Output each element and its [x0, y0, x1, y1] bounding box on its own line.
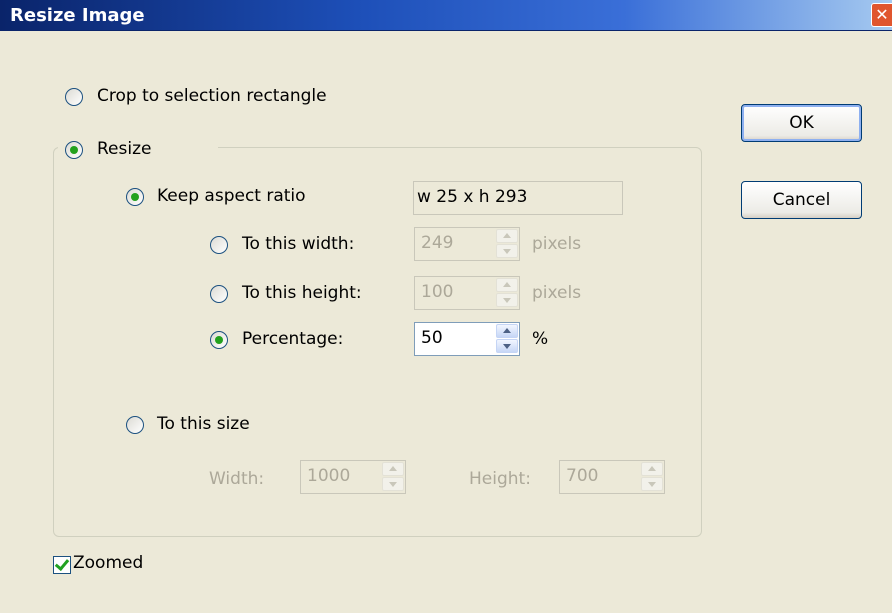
zoomed-checkbox[interactable] — [53, 555, 71, 574]
title-bar[interactable]: Resize Image ✕ — [0, 0, 892, 31]
to-height-spinner[interactable] — [496, 278, 518, 308]
dimensions-readout: w 25 x h 293 — [413, 181, 623, 215]
resize-label[interactable]: Resize — [97, 139, 151, 159]
height-spinner[interactable] — [641, 462, 663, 492]
dialog-title: Resize Image — [10, 5, 145, 26]
close-icon: ✕ — [875, 5, 889, 24]
to-height-input[interactable]: 100 — [414, 276, 520, 310]
to-size-radio[interactable] — [126, 416, 144, 434]
resize-radio[interactable] — [65, 141, 83, 159]
close-button[interactable]: ✕ — [871, 3, 892, 27]
to-width-input[interactable]: 249 — [414, 227, 520, 261]
width-label: Width: — [209, 469, 265, 489]
height-label: Height: — [469, 469, 531, 489]
ok-button[interactable]: OK — [741, 104, 862, 142]
checkmark-icon — [54, 555, 70, 572]
to-width-radio[interactable] — [210, 236, 228, 254]
to-height-unit: pixels — [532, 283, 582, 303]
percentage-spinner[interactable] — [496, 324, 518, 354]
percentage-unit: % — [532, 329, 549, 349]
to-width-label[interactable]: To this width: — [242, 234, 354, 254]
percentage-radio[interactable] — [210, 331, 228, 349]
resize-image-dialog: Resize Image ✕ Crop to selection rectang… — [0, 0, 892, 613]
to-width-unit: pixels — [532, 234, 582, 254]
to-height-label[interactable]: To this height: — [242, 283, 362, 303]
to-height-radio[interactable] — [210, 285, 228, 303]
cancel-button[interactable]: Cancel — [741, 181, 862, 219]
to-width-spinner[interactable] — [496, 229, 518, 259]
width-spinner[interactable] — [382, 462, 404, 492]
width-input[interactable]: 1000 — [300, 460, 406, 494]
crop-radio[interactable] — [65, 88, 83, 106]
percentage-label[interactable]: Percentage: — [242, 329, 343, 349]
keep-aspect-radio[interactable] — [126, 188, 144, 206]
keep-aspect-label[interactable]: Keep aspect ratio — [157, 186, 306, 206]
height-input[interactable]: 700 — [559, 460, 665, 494]
percentage-input[interactable]: 50 — [414, 322, 520, 356]
crop-label[interactable]: Crop to selection rectangle — [97, 86, 327, 106]
to-size-label[interactable]: To this size — [157, 414, 250, 434]
zoomed-label[interactable]: Zoomed — [73, 553, 143, 573]
